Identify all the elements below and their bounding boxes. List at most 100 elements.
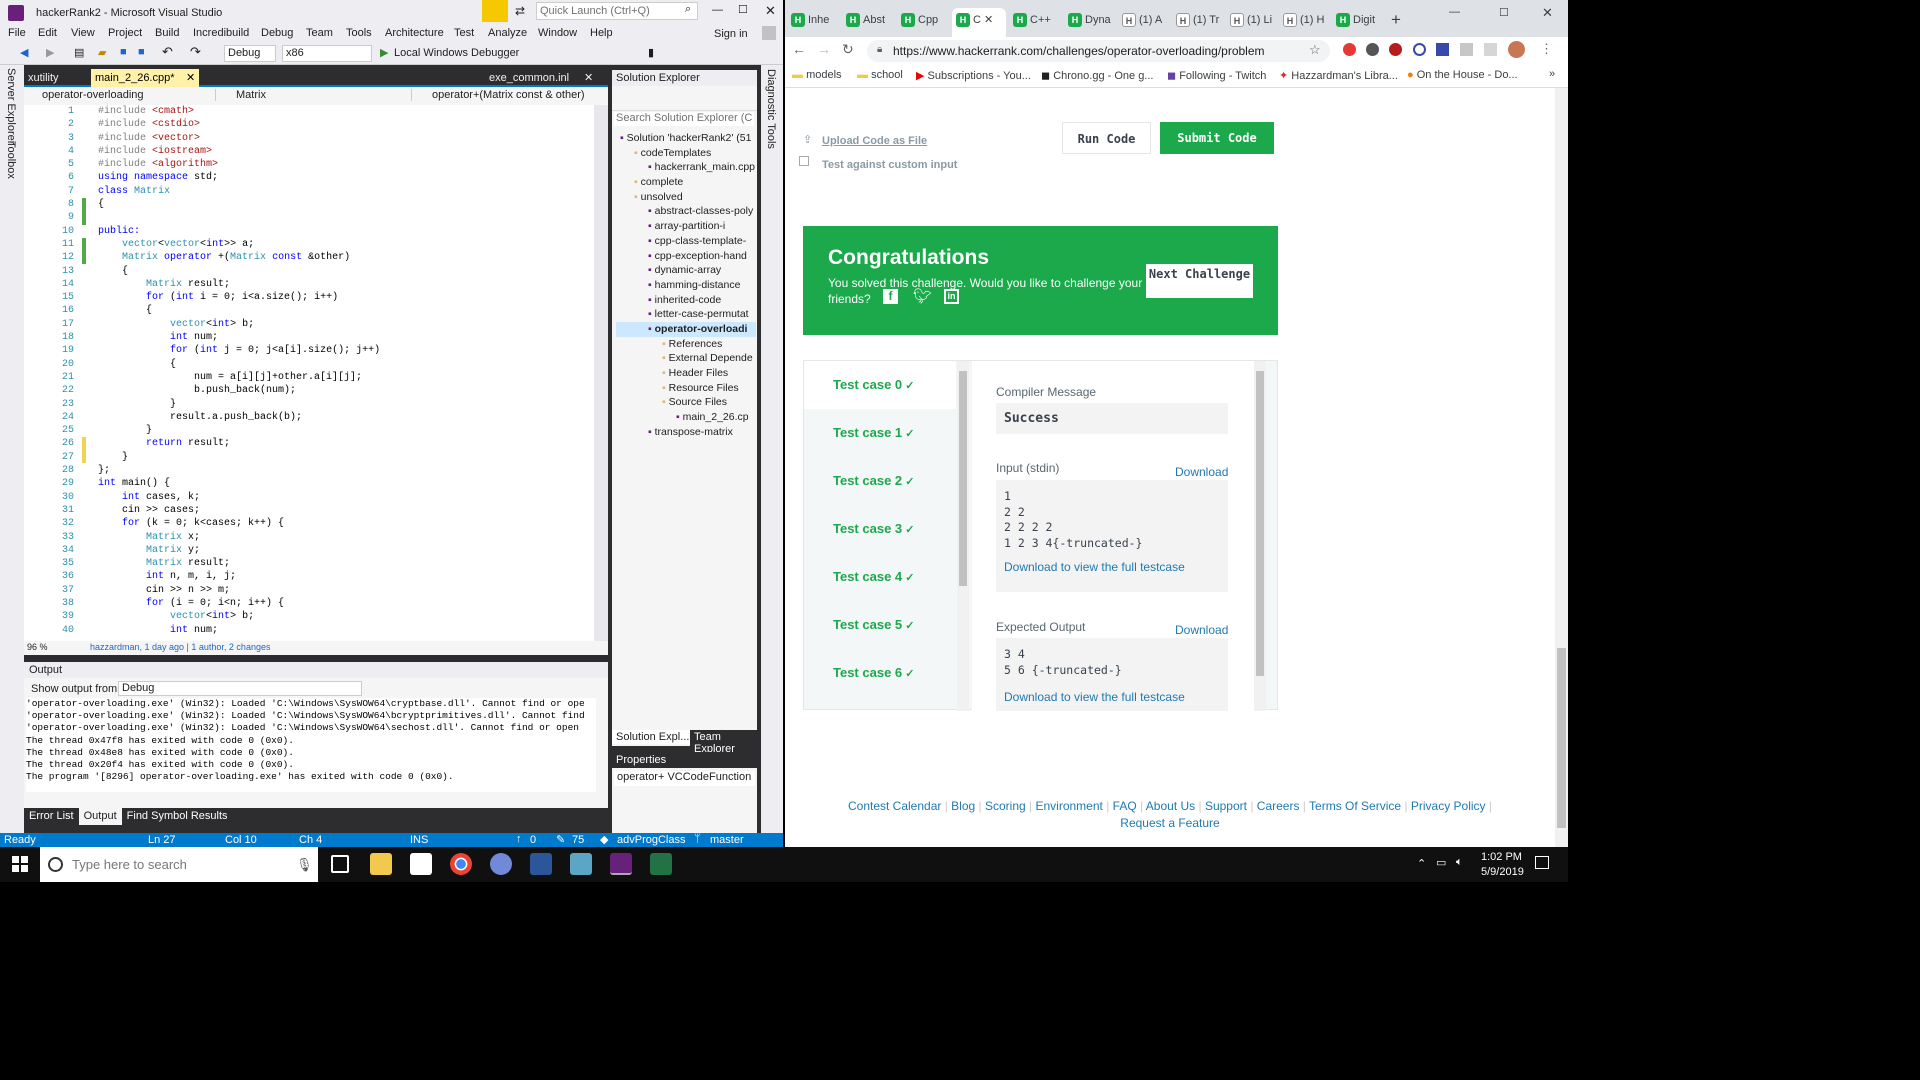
minimize-button[interactable]: —: [1449, 6, 1460, 18]
code-line[interactable]: class Matrix: [98, 185, 380, 198]
maximize-button[interactable]: ☐: [1499, 6, 1509, 19]
browser-tab[interactable]: H Dyna: [1064, 8, 1118, 37]
code-line[interactable]: {: [98, 358, 380, 371]
code-line[interactable]: vector<int> b;: [98, 610, 380, 623]
code-line[interactable]: public:: [98, 225, 380, 238]
menu-edit[interactable]: Edit: [38, 27, 57, 39]
code-line[interactable]: return result;: [98, 437, 380, 450]
menu-window[interactable]: Window: [538, 27, 577, 39]
code-line[interactable]: #include <iostream>: [98, 145, 380, 158]
input-download-link[interactable]: Download: [1175, 465, 1228, 479]
code-line[interactable]: cin >> cases;: [98, 504, 380, 517]
next-challenge-button[interactable]: Next Challenge: [1146, 264, 1253, 298]
footer-link[interactable]: About Us: [1146, 799, 1195, 813]
save-all-icon[interactable]: ■: [138, 46, 145, 58]
class-dropdown[interactable]: Matrix: [222, 89, 412, 101]
test-case-item[interactable]: Test case 3 ✓: [804, 505, 956, 553]
code-line[interactable]: Matrix result;: [98, 557, 380, 570]
linkedin-icon[interactable]: in: [944, 289, 959, 304]
back-icon[interactable]: ←: [792, 41, 806, 57]
feedback-icon[interactable]: ⇄: [515, 4, 525, 18]
signin-link[interactable]: Sign in: [714, 28, 748, 40]
solution-tree-item[interactable]: ▪ cpp-class-template-: [616, 234, 756, 249]
reload-icon[interactable]: ↻: [842, 41, 854, 58]
facebook-icon[interactable]: f: [883, 289, 898, 304]
forward-icon[interactable]: →: [817, 41, 831, 57]
quick-launch-input[interactable]: Quick Launch (Ctrl+Q): [536, 2, 698, 20]
start-debug-icon[interactable]: ▶: [380, 46, 388, 59]
star-icon[interactable]: ☆: [1309, 42, 1321, 58]
footer-link[interactable]: Blog: [951, 799, 975, 813]
extension-icon[interactable]: [1389, 43, 1402, 56]
chrome-icon[interactable]: [450, 853, 472, 875]
network-icon[interactable]: ▭: [1436, 856, 1446, 869]
undo-icon[interactable]: ↶: [162, 44, 173, 60]
extension-icon[interactable]: [1366, 43, 1379, 56]
code-line[interactable]: #include <vector>: [98, 132, 380, 145]
code-line[interactable]: num = a[i][j]+other.a[i][j];: [98, 371, 380, 384]
footer-link[interactable]: Environment: [1035, 799, 1102, 813]
test-case-item[interactable]: Test case 4 ✓: [804, 553, 956, 601]
clock-date[interactable]: 5/9/2019: [1481, 866, 1524, 878]
result-scrollbar[interactable]: [1254, 361, 1266, 711]
scope-dropdown[interactable]: operator-overloading: [28, 89, 216, 101]
editor-scrollbar[interactable]: [594, 105, 608, 641]
solution-tree-item[interactable]: ▪ inherited-code: [616, 293, 756, 308]
code-line[interactable]: vector<vector<int>> a;: [98, 238, 380, 251]
code-line[interactable]: int main() {: [98, 477, 380, 490]
browser-tab[interactable]: H Cpp: [897, 8, 951, 37]
solution-tree-item[interactable]: ▪ hackerrank_main.cpp: [616, 160, 756, 175]
diagnostic-tools-tab[interactable]: Diagnostic Tools: [765, 69, 777, 149]
tab-solution-explorer[interactable]: Solution Expl...: [612, 730, 694, 744]
extension-icon[interactable]: [1484, 43, 1497, 56]
visual-studio-icon[interactable]: [610, 853, 632, 875]
close-button[interactable]: ✕: [1542, 5, 1553, 21]
code-line[interactable]: }: [98, 451, 380, 464]
solution-tree-item[interactable]: ▪ Source Files: [616, 395, 756, 410]
output-text[interactable]: 'operator-overloading.exe' (Win32): Load…: [26, 698, 596, 792]
browser-tab[interactable]: H (1) A: [1118, 8, 1172, 37]
submit-code-button[interactable]: Submit Code: [1160, 122, 1274, 154]
redo-icon[interactable]: ↷: [190, 44, 201, 60]
code-line[interactable]: Matrix result;: [98, 278, 380, 291]
solution-tree-item[interactable]: ▪ letter-case-permutat: [616, 307, 756, 322]
close-tab-icon[interactable]: ✕: [584, 71, 593, 84]
microphone-icon[interactable]: 🎙︎: [296, 847, 313, 882]
code-line[interactable]: b.push_back(num);: [98, 384, 380, 397]
show-output-select[interactable]: Debug: [118, 681, 362, 696]
store-icon[interactable]: [410, 853, 432, 875]
browser-tab[interactable]: H Inhe: [787, 8, 841, 37]
solution-tree-item[interactable]: ▪ Solution 'hackerRank2' (51: [616, 131, 756, 146]
scroll-thumb[interactable]: [1256, 371, 1264, 676]
menu-view[interactable]: View: [71, 27, 95, 39]
new-project-icon[interactable]: ▤: [74, 46, 84, 59]
repo-icon[interactable]: ◆: [600, 833, 608, 846]
input-download-full-link[interactable]: Download to view the full testcase: [1004, 560, 1220, 576]
tab-error-list[interactable]: Error List: [24, 808, 79, 825]
file-explorer-icon[interactable]: [370, 853, 392, 875]
properties-object-select[interactable]: operator+ VCCodeFunction: [614, 771, 755, 786]
close-button[interactable]: ✕: [765, 3, 776, 19]
test-case-item[interactable]: Test case 1 ✓: [804, 409, 956, 457]
pencil-icon[interactable]: ✎: [556, 833, 565, 846]
code-line[interactable]: Matrix operator +(Matrix const &other): [98, 251, 380, 264]
open-icon[interactable]: ▰: [98, 46, 106, 59]
task-view-icon[interactable]: [331, 855, 349, 873]
notification-icon[interactable]: [1535, 856, 1549, 869]
toolbox-tab[interactable]: Toolbox: [5, 141, 17, 179]
footer-link[interactable]: Privacy Policy: [1411, 799, 1486, 813]
bookmark-school[interactable]: ▬ school: [857, 69, 903, 81]
menu-icon[interactable]: ⋮: [1540, 41, 1553, 57]
tab-exe-common[interactable]: exe_common.inl: [489, 72, 569, 84]
code-line[interactable]: Matrix y;: [98, 544, 380, 557]
avatar[interactable]: [1508, 41, 1525, 58]
scroll-thumb[interactable]: [959, 371, 967, 586]
close-tab-icon[interactable]: ✕: [186, 71, 195, 84]
code-line[interactable]: vector<int> b;: [98, 318, 380, 331]
extension-icon[interactable]: [1413, 43, 1426, 56]
menu-debug[interactable]: Debug: [261, 27, 293, 39]
solution-tree-item[interactable]: ▪ complete: [616, 175, 756, 190]
footer-link[interactable]: FAQ: [1113, 799, 1137, 813]
solution-tree-item[interactable]: ▪ dynamic-array: [616, 263, 756, 278]
code-line[interactable]: int n, m, i, j;: [98, 570, 380, 583]
